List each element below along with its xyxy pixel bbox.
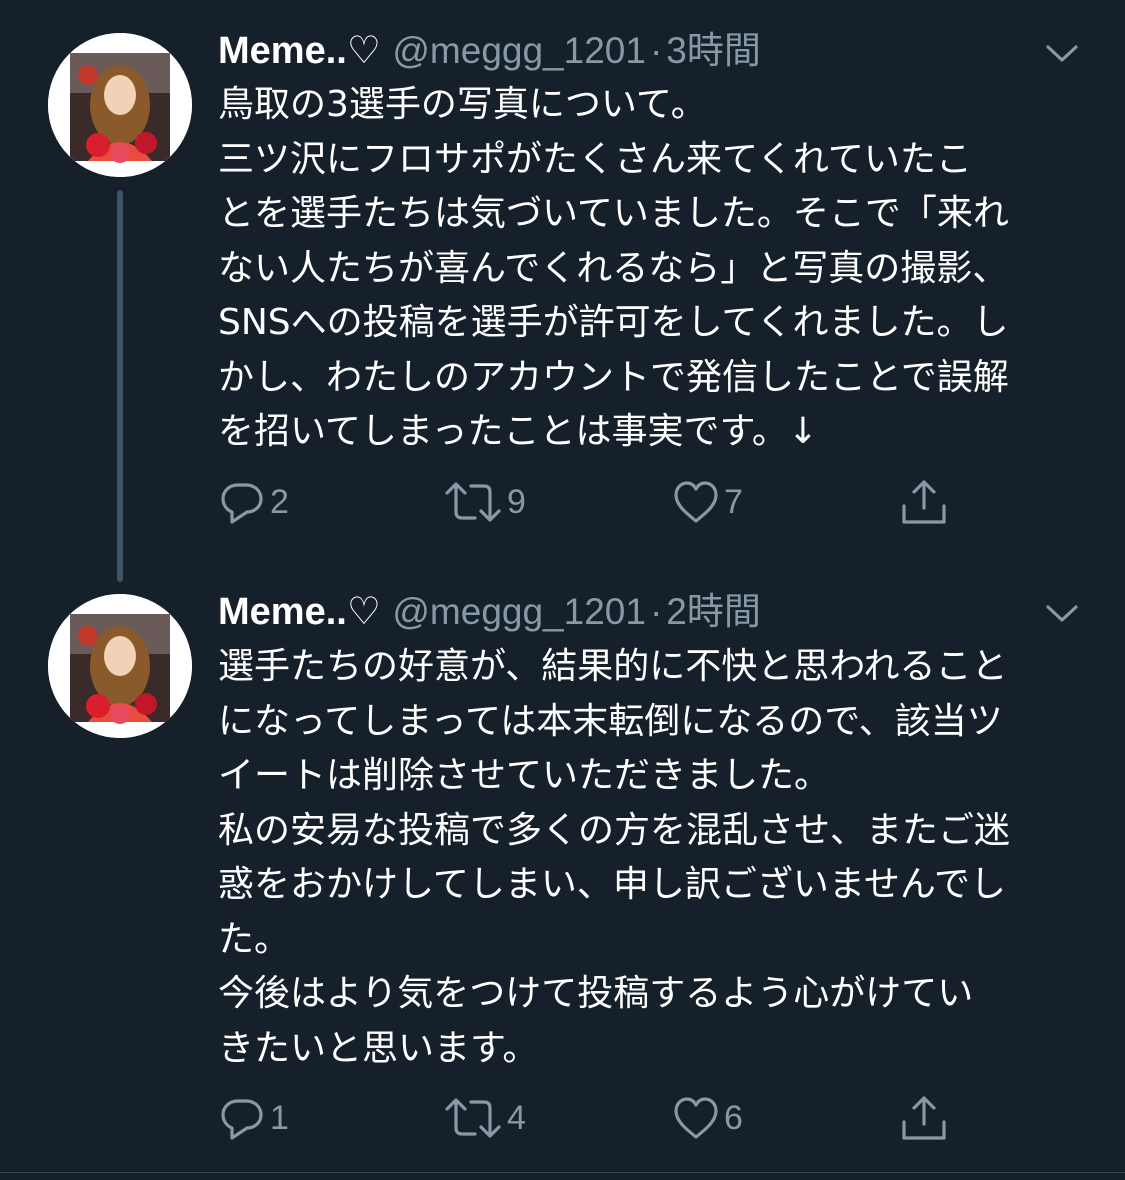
share-button[interactable] (898, 472, 950, 532)
retweet-count: 9 (507, 482, 526, 521)
share-button[interactable] (898, 1088, 950, 1148)
like-count: 6 (724, 1098, 743, 1137)
user-handle[interactable]: @meggg_1201 (392, 591, 646, 632)
separator-dot: · (649, 30, 663, 71)
reply-button[interactable]: 1 (218, 1088, 289, 1148)
tweet-actions: 1 4 6 (0, 1088, 1125, 1148)
user-handle[interactable]: @meggg_1201 (392, 30, 646, 71)
share-icon (902, 1096, 946, 1140)
separator-dot: · (649, 591, 663, 632)
heart-icon (674, 481, 718, 523)
tweet-actions: 2 9 7 (0, 472, 1125, 532)
timestamp[interactable]: 2時間 (666, 591, 761, 632)
like-button[interactable]: 7 (672, 472, 743, 532)
divider (0, 1172, 1125, 1173)
reply-count: 1 (270, 1098, 289, 1137)
timestamp[interactable]: 3時間 (666, 30, 761, 71)
reply-count: 2 (270, 482, 289, 521)
chevron-down-icon[interactable] (1042, 598, 1082, 628)
avatar[interactable] (48, 33, 192, 177)
reply-button[interactable]: 2 (218, 472, 289, 532)
reply-icon (221, 1099, 263, 1140)
share-icon (902, 480, 946, 524)
avatar[interactable] (48, 594, 192, 738)
display-name[interactable]: Meme..♡ (218, 591, 381, 633)
tweet[interactable]: Meme..♡ @meggg_1201 · 2時間 選手たちの好意が、結果的に不快と… (0, 580, 1125, 1172)
tweet-text: 選手たちの好意が、結果的に不快と思われること になってしまっては本末転倒になるの… (218, 646, 1011, 1069)
display-name[interactable]: Meme..♡ (218, 30, 381, 72)
reply-icon (221, 483, 263, 524)
tweet-text: 鳥取の3選手の写真について。 三ツ沢にフロサポがたくさん来てくれていたこ とを選… (218, 84, 1009, 452)
tweet[interactable]: Meme..♡ @meggg_1201 · 3時間 鳥取の3選手の写真について。 三… (0, 0, 1125, 582)
retweet-button[interactable]: 9 (443, 472, 526, 532)
like-button[interactable]: 6 (672, 1088, 743, 1148)
chevron-down-icon[interactable] (1042, 38, 1082, 68)
retweet-count: 4 (507, 1098, 526, 1137)
timeline: Meme..♡ @meggg_1201 · 3時間 鳥取の3選手の写真について。 三… (0, 0, 1125, 1180)
retweet-button[interactable]: 4 (443, 1088, 526, 1148)
heart-icon (674, 1097, 718, 1139)
like-count: 7 (724, 482, 743, 521)
retweet-icon (445, 482, 501, 522)
tweet-header: Meme..♡ @meggg_1201 · 2時間 (218, 587, 761, 637)
tweet-header: Meme..♡ @meggg_1201 · 3時間 (218, 26, 761, 76)
retweet-icon (445, 1098, 501, 1138)
